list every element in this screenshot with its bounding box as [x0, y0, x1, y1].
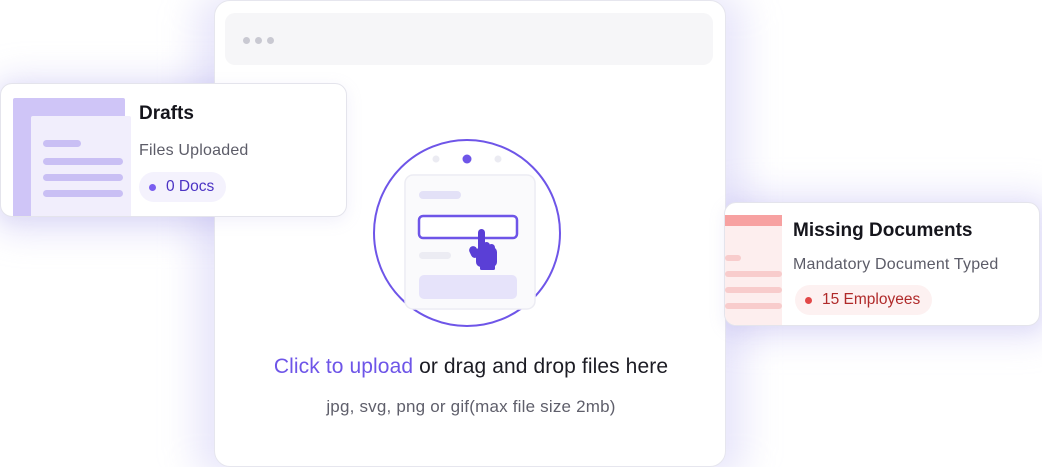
- drafts-subtitle: Files Uploaded: [139, 142, 249, 159]
- window-dot: [243, 37, 250, 44]
- status-dot-icon: [149, 183, 156, 191]
- ellipsis-icon: [243, 37, 274, 44]
- drafts-card[interactable]: Drafts Files Uploaded 0 Docs: [0, 83, 347, 217]
- drafts-count-badge: 0 Docs: [139, 172, 227, 202]
- carousel-dot: [432, 155, 440, 163]
- form-helper-line: [419, 252, 451, 259]
- file-format-hint: jpg, svg, png or gif(max file size 2mb): [326, 397, 616, 416]
- click-to-upload-link[interactable]: Click to upload: [274, 355, 413, 378]
- drafts-title: Drafts: [139, 103, 194, 124]
- employees-count-badge: 15 Employees: [795, 285, 933, 315]
- form-input-field: [417, 214, 519, 240]
- upload-form-illustration[interactable]: [369, 139, 567, 327]
- carousel-dot-active: [462, 154, 472, 164]
- document-stack-icon: [13, 98, 131, 216]
- missing-documents-title: Missing Documents: [793, 220, 973, 241]
- missing-documents-subtitle: Mandatory Document Typed: [793, 256, 999, 273]
- carousel-dot: [494, 155, 502, 163]
- drafts-count-label: 0 Docs: [166, 178, 215, 195]
- document-icon: [725, 215, 782, 325]
- window-dot: [255, 37, 262, 44]
- window-title-bar: [225, 13, 713, 65]
- missing-documents-card[interactable]: Missing Documents Mandatory Document Typ…: [724, 202, 1040, 326]
- employees-count-label: 15 Employees: [822, 291, 921, 308]
- window-dot: [267, 37, 274, 44]
- upload-instructions: Click to upload or drag and drop files h…: [215, 355, 725, 379]
- form-submit-button: [419, 275, 517, 299]
- status-dot-icon: [805, 296, 812, 304]
- form-label-line: [419, 191, 461, 199]
- drag-drop-text: or drag and drop files here: [413, 355, 669, 378]
- upload-window: Click to upload or drag and drop files h…: [214, 0, 726, 467]
